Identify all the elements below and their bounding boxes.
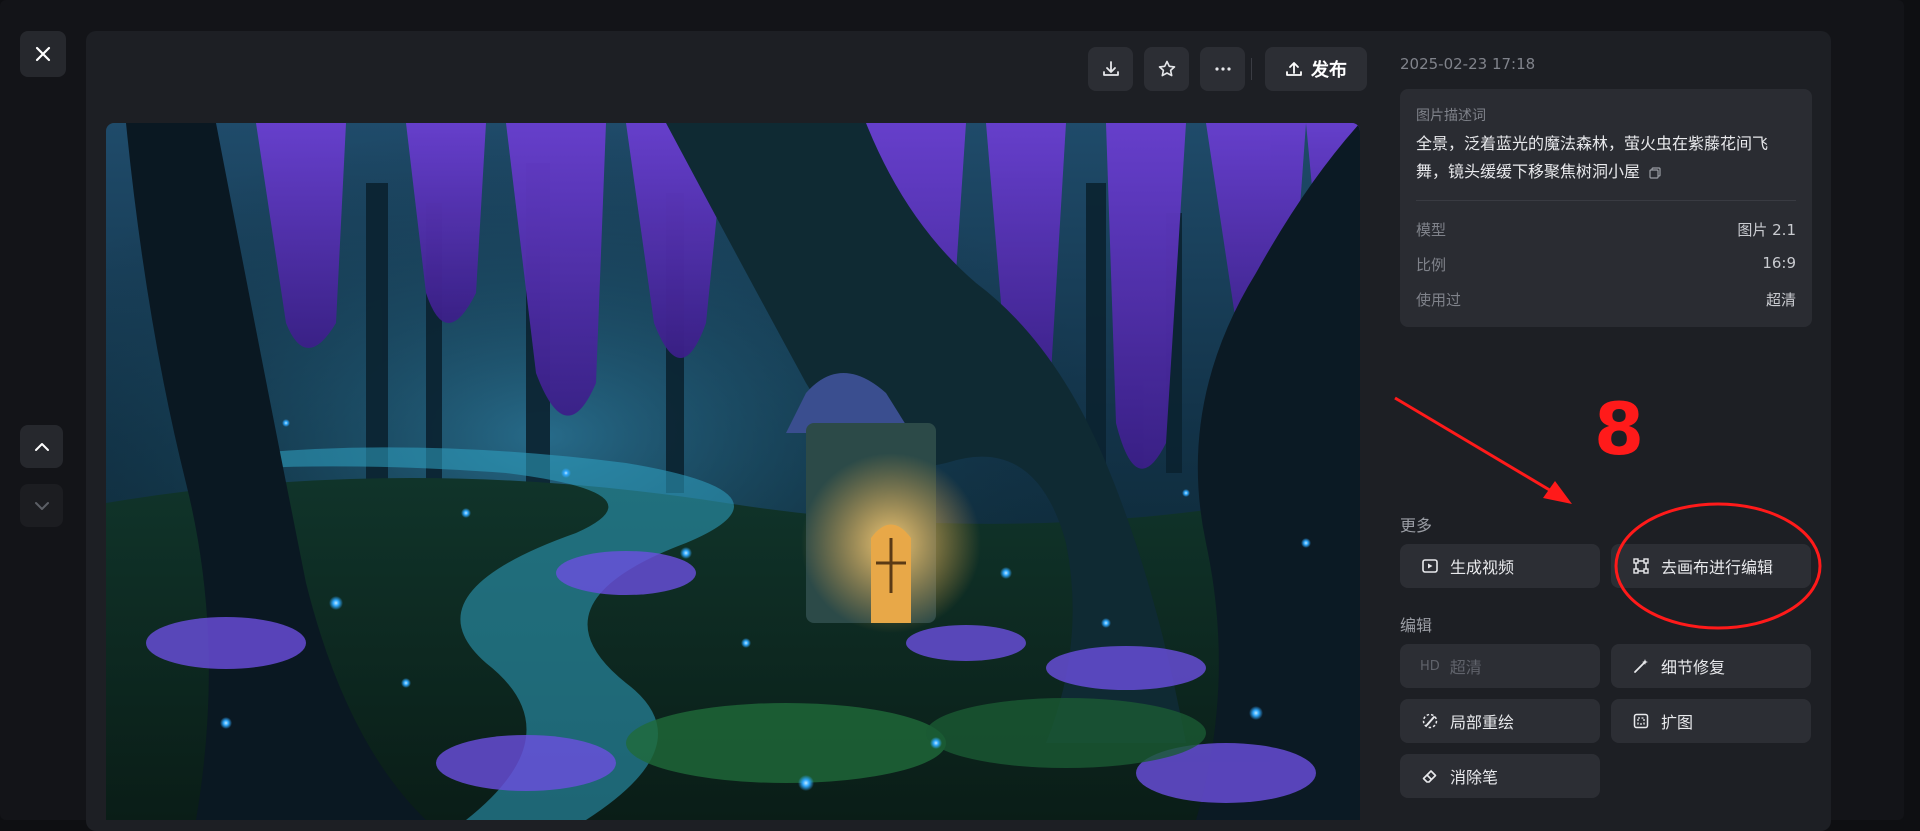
expand-icon (1633, 713, 1649, 729)
next-image-button[interactable] (20, 484, 63, 527)
copy-icon[interactable] (1649, 166, 1661, 179)
video-icon (1422, 559, 1438, 573)
toolbar-divider (1251, 58, 1252, 80)
favorite-button[interactable] (1144, 47, 1189, 91)
upload-icon (1286, 62, 1302, 76)
more-options-button[interactable] (1200, 47, 1245, 91)
close-button[interactable] (20, 31, 66, 77)
edit-section-title: 编辑 (1400, 616, 1433, 635)
detail-fix-label: 细节修复 (1661, 658, 1726, 677)
info-value: 16:9 (1762, 254, 1796, 272)
info-value: 超清 (1765, 291, 1796, 309)
magic-forest-image (106, 123, 1360, 820)
info-key: 模型 (1416, 221, 1447, 239)
generate-video-button[interactable]: 生成视频 (1400, 544, 1600, 588)
canvas-icon (1633, 558, 1649, 574)
eraser-label: 消除笔 (1450, 768, 1499, 787)
info-key: 使用过 (1416, 291, 1462, 309)
hd-badge: HD (1420, 658, 1440, 674)
eraser-button[interactable]: 消除笔 (1400, 754, 1600, 798)
info-row-ratio: 比例 16:9 (1416, 254, 1796, 275)
partial-redraw-button[interactable]: 局部重绘 (1400, 699, 1600, 743)
info-value: 图片 2.1 (1737, 221, 1796, 239)
chevron-down-icon (34, 501, 49, 510)
prompt-label: 图片描述词 (1416, 108, 1486, 124)
brush-icon (1422, 713, 1438, 729)
prompt-text[interactable]: 全景，泛着蓝光的魔法森林，萤火虫在紫藤花间飞舞，镜头缓缓下移聚焦树洞小屋 (1416, 130, 1788, 186)
edit-on-canvas-button[interactable]: 去画布进行编辑 (1611, 544, 1811, 588)
hd-upscale-label: 超清 (1449, 658, 1482, 677)
publish-label: 发布 (1311, 60, 1347, 81)
partial-redraw-label: 局部重绘 (1450, 713, 1515, 732)
image-toolbar (1088, 47, 1245, 91)
info-divider (1416, 200, 1796, 201)
info-key: 比例 (1416, 256, 1447, 274)
prompt-text-value: 全景，泛着蓝光的魔法森林，萤火虫在紫藤花间飞舞，镜头缓缓下移聚焦树洞小屋 (1416, 134, 1769, 181)
close-icon (35, 46, 51, 62)
info-row-model: 模型 图片 2.1 (1416, 219, 1796, 240)
hd-upscale-button[interactable]: HD 超清 (1400, 644, 1600, 688)
publish-button[interactable]: 发布 (1265, 47, 1367, 91)
prompt-info-card: 图片描述词 全景，泛着蓝光的魔法森林，萤火虫在紫藤花间飞舞，镜头缓缓下移聚焦树洞… (1400, 89, 1812, 327)
generate-video-label: 生成视频 (1450, 558, 1515, 577)
generated-image[interactable] (106, 123, 1360, 820)
created-date: 2025-02-23 17:18 (1400, 55, 1536, 73)
more-section-title: 更多 (1400, 516, 1433, 535)
download-icon (1102, 61, 1119, 76)
expand-image-label: 扩图 (1661, 713, 1694, 732)
detail-fix-button[interactable]: 细节修复 (1611, 644, 1811, 688)
download-button[interactable] (1088, 47, 1133, 91)
publish-wrap: 发布 (1265, 47, 1367, 91)
star-icon (1158, 60, 1175, 77)
expand-image-button[interactable]: 扩图 (1611, 699, 1811, 743)
edit-on-canvas-label: 去画布进行编辑 (1661, 558, 1774, 577)
info-row-used: 使用过 超清 (1416, 289, 1796, 310)
more-icon (1214, 67, 1231, 71)
eraser-icon (1422, 770, 1437, 783)
prev-image-button[interactable] (20, 425, 63, 468)
chevron-up-icon (34, 442, 49, 451)
magic-wand-icon (1634, 659, 1648, 673)
